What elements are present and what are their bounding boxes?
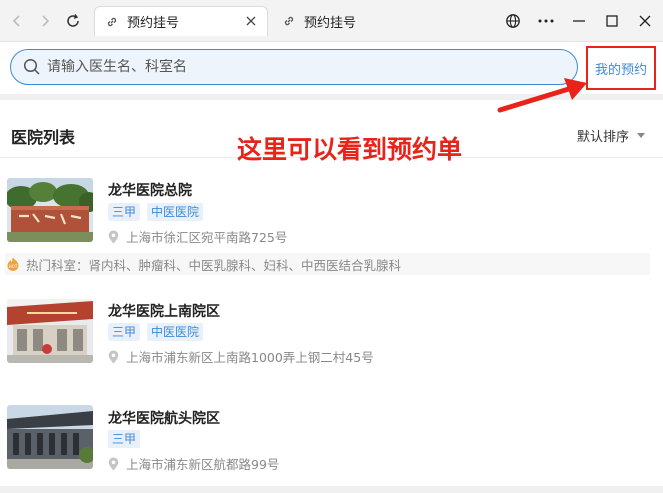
more-icon[interactable] bbox=[535, 10, 557, 32]
tag-level: 三甲 bbox=[108, 430, 141, 448]
tab-label: 预约挂号 bbox=[127, 16, 180, 31]
svg-text:HOT: HOT bbox=[9, 264, 18, 269]
location-pin-icon bbox=[108, 457, 119, 470]
caret-down-icon bbox=[637, 133, 645, 138]
hospital-photo bbox=[7, 299, 93, 363]
hospital-tags: 三甲 中医医院 bbox=[108, 323, 204, 341]
hot-departments: HOT 热门科室：肾内科、肿瘤科、中医乳腺科、妇科、中西医结合乳腺科 bbox=[5, 253, 650, 275]
hot-badge-icon: HOT bbox=[7, 257, 19, 271]
hot-departments-text: 热门科室：肾内科、肿瘤科、中医乳腺科、妇科、中西医结合乳腺科 bbox=[26, 257, 402, 273]
tag-type: 中医医院 bbox=[147, 323, 204, 341]
hospital-address: 上海市浦东新区上南路1000弄上钢二村45号 bbox=[108, 347, 374, 366]
hospital-name: 龙华医院总院 bbox=[108, 183, 192, 199]
hospital-card[interactable]: 龙华医院航头院区 三甲 上海市浦东新区航都路99号 bbox=[0, 392, 663, 482]
sort-label: 默认排序 bbox=[576, 130, 629, 145]
hospital-card[interactable]: 龙华医院总院 三甲 中医医院 上海市徐汇区宛平南路725号 HOT 热门科室：肾… bbox=[0, 158, 663, 278]
hospital-name: 龙华医院上南院区 bbox=[108, 304, 220, 320]
list-title: 医院列表 bbox=[11, 128, 76, 147]
hospital-tags: 三甲 中医医院 bbox=[108, 203, 204, 221]
hospital-photo bbox=[7, 178, 93, 242]
link-icon bbox=[105, 15, 119, 29]
close-window-icon[interactable] bbox=[634, 10, 656, 32]
location-pin-icon bbox=[108, 230, 119, 243]
hospital-photo bbox=[7, 405, 93, 469]
hospital-tags: 三甲 bbox=[108, 430, 141, 448]
maximize-icon[interactable] bbox=[601, 10, 623, 32]
sort-dropdown[interactable]: 默认排序 bbox=[577, 126, 645, 145]
tab-appointment-active[interactable]: 预约挂号 bbox=[94, 6, 268, 36]
address-text: 上海市浦东新区上南路1000弄上钢二村45号 bbox=[126, 350, 374, 365]
search-input[interactable] bbox=[47, 59, 547, 75]
hospital-card[interactable]: 龙华医院上南院区 三甲 中医医院 上海市浦东新区上南路1000弄上钢二村45号 bbox=[0, 285, 663, 375]
tag-type: 中医医院 bbox=[147, 203, 204, 221]
tag-level: 三甲 bbox=[108, 323, 141, 341]
browser-titlebar: 预约挂号 预约挂号 bbox=[0, 0, 663, 42]
bottom-divider bbox=[0, 486, 663, 493]
search-icon bbox=[23, 58, 40, 75]
tab-appointment-inactive[interactable]: 预约挂号 bbox=[272, 6, 452, 36]
hospital-address: 上海市徐汇区宛平南路725号 bbox=[108, 227, 287, 246]
back-icon[interactable] bbox=[6, 10, 28, 32]
refresh-icon[interactable] bbox=[62, 10, 84, 32]
close-tab-icon[interactable] bbox=[243, 13, 259, 29]
hospital-address: 上海市浦东新区航都路99号 bbox=[108, 454, 279, 473]
minimize-icon[interactable] bbox=[568, 10, 590, 32]
tab-label: 预约挂号 bbox=[304, 15, 357, 31]
address-text: 上海市徐汇区宛平南路725号 bbox=[126, 230, 288, 245]
tag-level: 三甲 bbox=[108, 203, 141, 221]
link-icon bbox=[282, 14, 296, 28]
location-pin-icon bbox=[108, 350, 119, 363]
globe-icon[interactable] bbox=[502, 10, 524, 32]
hospital-name: 龙华医院航头院区 bbox=[108, 411, 220, 427]
address-text: 上海市浦东新区航都路99号 bbox=[126, 457, 280, 472]
forward-icon[interactable] bbox=[34, 10, 56, 32]
